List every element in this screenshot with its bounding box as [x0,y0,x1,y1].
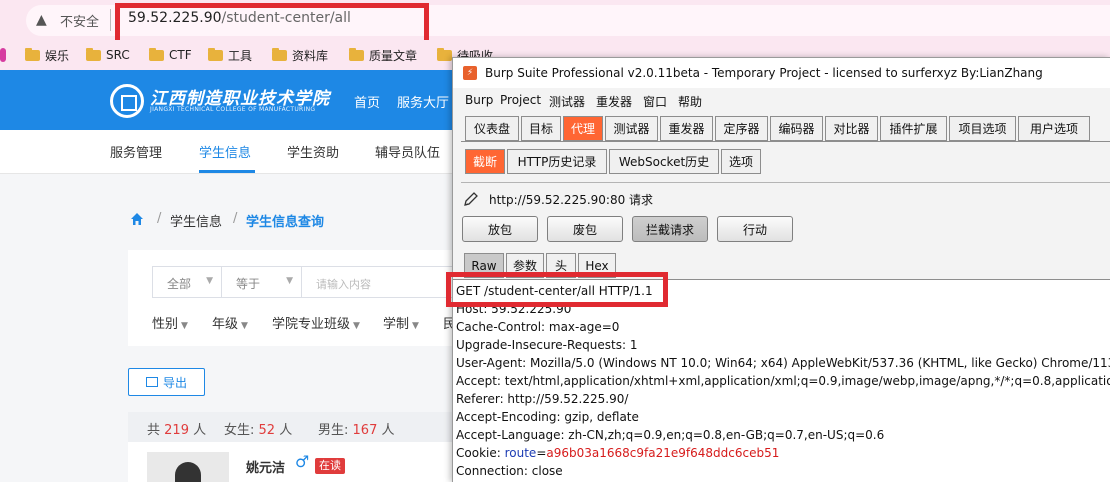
tab-comparer[interactable]: 对比器 [825,116,878,141]
scope-select[interactable]: 全部 ▼ [152,266,222,298]
menu-intruder[interactable]: 测试器 [549,93,585,110]
home-icon[interactable] [130,212,144,226]
intercept-toggle-button[interactable]: 拦截请求 [632,216,708,242]
subtab-baseline [461,182,1110,183]
tab-target[interactable]: 目标 [521,116,561,141]
request-target-label: http://59.52.225.90:80 请求 [489,193,654,207]
cookie-header[interactable]: Cookie: route=a96b03a1668c9fa21e9f648ddc… [456,446,779,460]
chevron-down-icon: ▼ [286,276,293,286]
action-button[interactable]: 行动 [717,216,793,242]
subnav-student-aid[interactable]: 学生资助 [287,142,339,161]
tab-decoder[interactable]: 编码器 [770,116,823,141]
tab-options[interactable]: 选项 [721,149,761,174]
filter-college-major-class[interactable]: 学院专业班级 ▼ [272,313,360,332]
tab-repeater[interactable]: 重发器 [660,116,713,141]
request-header[interactable]: Accept-Language: zh-CN,zh;q=0.9,en;q=0.8… [456,428,884,442]
breadcrumb-separator: / [233,211,238,226]
search-input[interactable]: 请输入内容 [302,266,462,298]
menu-window[interactable]: 窗口 [643,93,667,110]
male-icon: ♂ [295,452,310,471]
college-logo-icon [110,84,144,118]
export-icon [145,377,158,387]
male-count: 男生: 167 人 [318,423,395,438]
bookmark-item[interactable]: CTF [149,46,192,64]
request-editor[interactable]: GET /student-center/all HTTP/1.1 Host: 5… [453,279,1110,482]
folder-icon [149,47,164,61]
chevron-down-icon: ▼ [181,321,188,331]
request-header[interactable]: Cache-Control: max-age=0 [456,320,619,334]
folder-icon [208,47,223,61]
burp-title-bar: ⚡ Burp Suite Professional v2.0.11beta - … [453,58,1110,88]
breadcrumb-student-info[interactable]: 学生信息 [170,211,222,230]
folder-icon [437,47,452,61]
nav-service-hall[interactable]: 服务大厅 [397,92,449,111]
request-line-highlight-box [446,272,668,307]
burp-window: ⚡ Burp Suite Professional v2.0.11beta - … [452,57,1110,482]
bookmark-item[interactable] [0,46,11,64]
operator-select[interactable]: 等于 ▼ [222,266,302,298]
warning-icon[interactable]: ▲ [36,12,47,28]
tab-sequencer[interactable]: 定序器 [715,116,768,141]
student-name[interactable]: 姚元洁 [246,457,285,476]
tab-proxy[interactable]: 代理 [563,116,603,141]
tab-intruder[interactable]: 测试器 [605,116,658,141]
export-button[interactable]: 导出 [128,368,205,396]
subnav-counselors[interactable]: 辅导员队伍 [375,142,440,161]
bookmark-item[interactable]: 工具 [208,46,252,64]
filter-gender[interactable]: 性别 ▼ [152,313,188,332]
menu-help[interactable]: 帮助 [678,93,702,110]
folder-icon [25,47,40,61]
request-header[interactable]: Connection: close [456,464,563,478]
college-name-en: JIANGXI TECHNICAL COLLEGE OF MANUFACTURI… [150,106,316,113]
pencil-icon[interactable] [463,191,479,207]
forward-button[interactable]: 放包 [462,216,538,242]
tab-project-options[interactable]: 项目选项 [949,116,1016,141]
breadcrumb-current: 学生信息查询 [246,215,325,230]
drop-button[interactable]: 废包 [547,216,623,242]
bookmark-icon [0,48,6,62]
female-count: 女生: 52 人 [224,423,293,438]
burp-window-title: Burp Suite Professional v2.0.11beta - Te… [485,66,1043,80]
chevron-down-icon: ▼ [412,321,419,331]
menu-burp[interactable]: Burp [465,93,493,107]
bookmark-item[interactable]: 娱乐 [25,46,69,64]
chevron-down-icon: ▼ [206,276,213,286]
tab-http-history[interactable]: HTTP历史记录 [507,149,607,174]
chevron-down-icon: ▼ [241,321,248,331]
request-header[interactable]: Accept-Encoding: gzip, deflate [456,410,639,424]
menu-project[interactable]: Project [500,93,541,107]
url-divider [110,9,111,31]
bookmark-item[interactable]: SRC [86,46,130,64]
request-header[interactable]: Referer: http://59.52.225.90/ [456,392,628,406]
folder-icon [86,47,101,61]
tab-websocket-history[interactable]: WebSocket历史 [609,149,719,174]
subnav-student-info[interactable]: 学生信息 [199,142,251,161]
folder-icon [272,47,287,61]
request-header[interactable]: Upgrade-Insecure-Requests: 1 [456,338,638,352]
filter-grade[interactable]: 年级 ▼ [212,313,248,332]
avatar [147,452,229,482]
tab-user-options[interactable]: 用户选项 [1018,116,1090,141]
tab-extender[interactable]: 插件扩展 [880,116,947,141]
tab-baseline [461,141,1110,142]
active-tab-underline [199,170,255,173]
nav-home[interactable]: 首页 [354,92,380,111]
insecure-label[interactable]: 不安全 [60,11,99,30]
bookmark-item[interactable]: 质量文章 [349,46,417,64]
request-header[interactable]: User-Agent: Mozilla/5.0 (Windows NT 10.0… [456,356,1110,370]
tab-dashboard[interactable]: 仪表盘 [465,116,519,141]
tab-intercept[interactable]: 截断 [465,149,505,174]
chevron-down-icon: ▼ [353,321,360,331]
request-header[interactable]: Accept: text/html,application/xhtml+xml,… [456,374,1110,388]
menu-repeater[interactable]: 重发器 [596,93,632,110]
status-badge: 在读 [315,458,345,474]
folder-icon [349,47,364,61]
bookmark-item[interactable]: 资料库 [272,46,328,64]
total-count: 共 219 人 [147,423,207,438]
filter-schooling-length[interactable]: 学制 ▼ [383,313,419,332]
burp-logo-icon: ⚡ [463,66,477,80]
subnav-service-management[interactable]: 服务管理 [110,142,162,161]
breadcrumb-separator: / [157,211,162,226]
